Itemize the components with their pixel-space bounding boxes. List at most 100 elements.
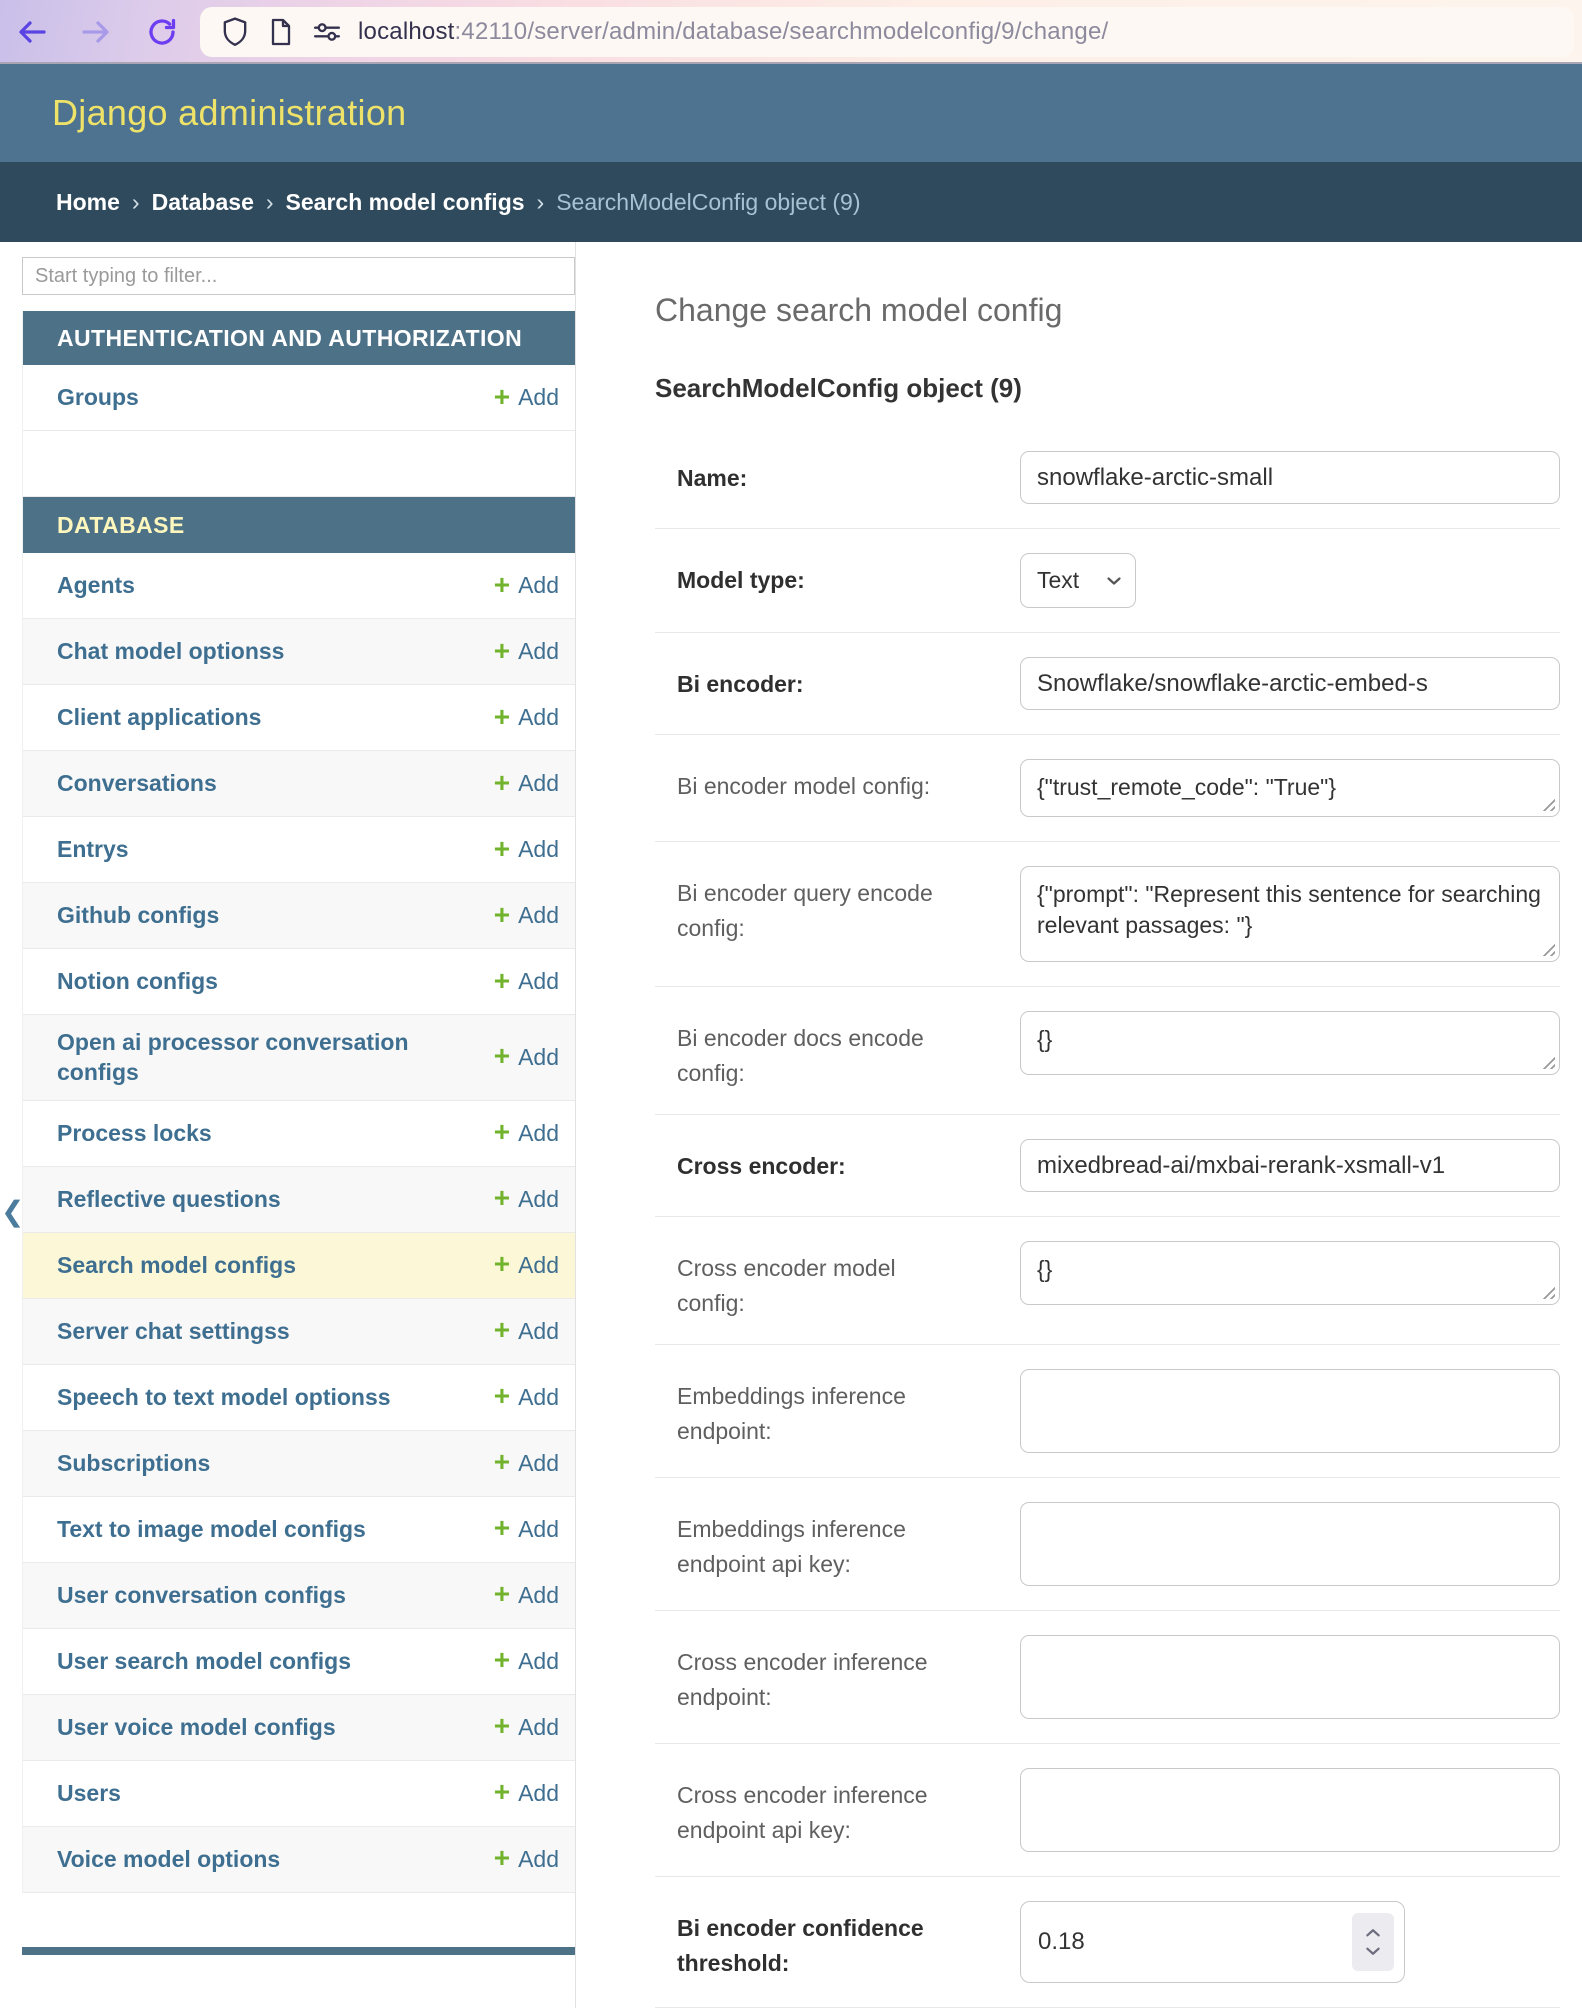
- sidebar-row: Groups + Add: [23, 365, 575, 431]
- shield-icon[interactable]: [220, 15, 250, 49]
- add-link[interactable]: + Add: [494, 1317, 559, 1345]
- cross-encoder-inference-endpoint-input[interactable]: [1020, 1635, 1560, 1719]
- plus-icon: +: [494, 835, 510, 863]
- site-title-link[interactable]: Django administration: [52, 92, 407, 134]
- embeddings-inference-endpoint-input[interactable]: [1020, 1369, 1560, 1453]
- add-link[interactable]: + Add: [494, 1845, 559, 1873]
- sidebar-item-server-chat-settingss[interactable]: Server chat settingss: [57, 1304, 290, 1358]
- sidebar-item-text-to-image-model-configs[interactable]: Text to image model configs: [57, 1502, 366, 1556]
- form-row: Embeddings inference endpoint:: [655, 1345, 1560, 1478]
- module-rows: Groups + Add: [23, 365, 575, 497]
- spinner-down-button[interactable]: [1365, 1946, 1381, 1958]
- cross-encoder-model-config-textarea[interactable]: [1020, 1241, 1560, 1305]
- sidebar-row: Client applications + Add: [23, 685, 575, 751]
- breadcrumb-link[interactable]: Home: [56, 189, 120, 216]
- form-row: Bi encoder confidence threshold:: [655, 1877, 1560, 2008]
- bi-encoder-model-config-textarea[interactable]: [1020, 759, 1560, 817]
- form-row: Bi encoder:: [655, 633, 1560, 735]
- sidebar-item-open-ai-processor-conversation-configs[interactable]: Open ai processor conversation configs: [57, 1015, 417, 1100]
- embeddings-inference-endpoint-api-key-input[interactable]: [1020, 1502, 1560, 1586]
- sidebar-item-reflective-questions[interactable]: Reflective questions: [57, 1172, 281, 1226]
- sidebar-item-users[interactable]: Users: [57, 1766, 121, 1820]
- field-label-cell: Bi encoder confidence threshold:: [677, 1901, 1020, 1980]
- url-path: :42110/server/admin/database/searchmodel…: [455, 18, 1109, 45]
- add-label: Add: [518, 1450, 559, 1477]
- add-link[interactable]: + Add: [494, 1779, 559, 1807]
- sidebar-item-notion-configs[interactable]: Notion configs: [57, 954, 218, 1008]
- bi-encoder-confidence-threshold-input[interactable]: [1020, 1901, 1405, 1983]
- sidebar-item-search-model-configs[interactable]: Search model configs: [57, 1238, 296, 1292]
- sidebar-collapse-toggle[interactable]: ❮: [1, 1198, 24, 1226]
- add-label: Add: [518, 1648, 559, 1675]
- add-link[interactable]: + Add: [494, 1449, 559, 1477]
- bi-encoder-docs-encode-config-textarea[interactable]: [1020, 1011, 1560, 1075]
- sidebar-item-entrys[interactable]: Entrys: [57, 822, 129, 876]
- browser-back-button[interactable]: [14, 14, 50, 50]
- chevron-down-icon: [1106, 576, 1122, 586]
- plus-icon: +: [494, 1118, 510, 1146]
- add-link[interactable]: + Add: [494, 1647, 559, 1675]
- cross-encoder-input[interactable]: [1020, 1139, 1560, 1192]
- add-link[interactable]: + Add: [494, 1251, 559, 1279]
- sidebar-row: Agents + Add: [23, 553, 575, 619]
- add-label: Add: [518, 1186, 559, 1213]
- sidebar-row: Chat model optionss + Add: [23, 619, 575, 685]
- model-type-select-value: Text: [1037, 567, 1079, 594]
- model-type-select[interactable]: Text: [1020, 553, 1136, 608]
- add-link[interactable]: + Add: [494, 384, 559, 412]
- bi-encoder-input[interactable]: [1020, 657, 1560, 710]
- add-link[interactable]: + Add: [494, 770, 559, 798]
- sidebar-row: Open ai processor conversation configs +…: [23, 1015, 575, 1101]
- bi-encoder-model-config-textarea-wrap: [1020, 759, 1560, 817]
- sidebar-filter-input[interactable]: [22, 257, 575, 295]
- sidebar-item-voice-model-options[interactable]: Voice model options: [57, 1832, 280, 1886]
- add-label: Add: [518, 572, 559, 599]
- add-link[interactable]: + Add: [494, 1383, 559, 1411]
- plus-icon: +: [494, 1514, 510, 1542]
- name-input[interactable]: [1020, 451, 1560, 504]
- sidebar-item-user-conversation-configs[interactable]: User conversation configs: [57, 1568, 346, 1622]
- sidebar-item-user-search-model-configs[interactable]: User search model configs: [57, 1634, 351, 1688]
- add-label: Add: [518, 1384, 559, 1411]
- sidebar-item-conversations[interactable]: Conversations: [57, 756, 217, 810]
- breadcrumb-link[interactable]: Database: [152, 189, 254, 216]
- browser-reload-button[interactable]: [144, 14, 180, 50]
- cross-encoder-inference-endpoint-api-key-input[interactable]: [1020, 1768, 1560, 1852]
- form-row: Cross encoder inference endpoint:: [655, 1611, 1560, 1744]
- sidebar-row: Notion configs + Add: [23, 949, 575, 1015]
- add-link[interactable]: + Add: [494, 968, 559, 996]
- permissions-sliders-icon[interactable]: [312, 15, 342, 49]
- add-link[interactable]: + Add: [494, 638, 559, 666]
- sidebar-row: Conversations + Add: [23, 751, 575, 817]
- plus-icon: +: [494, 1712, 510, 1740]
- sidebar-item-process-locks[interactable]: Process locks: [57, 1106, 212, 1160]
- browser-forward-button[interactable]: [78, 14, 114, 50]
- add-link[interactable]: + Add: [494, 1043, 559, 1071]
- add-link[interactable]: + Add: [494, 572, 559, 600]
- add-link[interactable]: + Add: [494, 836, 559, 864]
- add-link[interactable]: + Add: [494, 1713, 559, 1741]
- sidebar-item-chat-model-optionss[interactable]: Chat model optionss: [57, 624, 284, 678]
- add-label: Add: [518, 1780, 559, 1807]
- add-link[interactable]: + Add: [494, 1119, 559, 1147]
- bi-encoder-query-encode-config-textarea[interactable]: [1020, 866, 1560, 962]
- url-bar[interactable]: localhost:42110/server/admin/database/se…: [200, 7, 1574, 57]
- sidebar-item-client-applications[interactable]: Client applications: [57, 690, 261, 744]
- add-link[interactable]: + Add: [494, 902, 559, 930]
- breadcrumb-link[interactable]: Search model configs: [286, 189, 525, 216]
- sidebar-item-agents[interactable]: Agents: [57, 558, 135, 612]
- add-link[interactable]: + Add: [494, 1515, 559, 1543]
- add-link[interactable]: + Add: [494, 1581, 559, 1609]
- add-label: Add: [518, 1516, 559, 1543]
- sidebar-item-user-voice-model-configs[interactable]: User voice model configs: [57, 1700, 336, 1754]
- sidebar-item-github-configs[interactable]: Github configs: [57, 888, 219, 942]
- add-link[interactable]: + Add: [494, 1185, 559, 1213]
- sidebar-item-groups[interactable]: Groups: [57, 370, 139, 424]
- sidebar-item-subscriptions[interactable]: Subscriptions: [57, 1436, 210, 1490]
- spinner-up-button[interactable]: [1365, 1927, 1381, 1939]
- browser-toolbar: localhost:42110/server/admin/database/se…: [0, 0, 1582, 64]
- sidebar-row: Speech to text model optionss + Add: [23, 1365, 575, 1431]
- add-link[interactable]: + Add: [494, 704, 559, 732]
- page-info-icon[interactable]: [266, 15, 296, 49]
- sidebar-item-speech-to-text-model-optionss[interactable]: Speech to text model optionss: [57, 1370, 391, 1424]
